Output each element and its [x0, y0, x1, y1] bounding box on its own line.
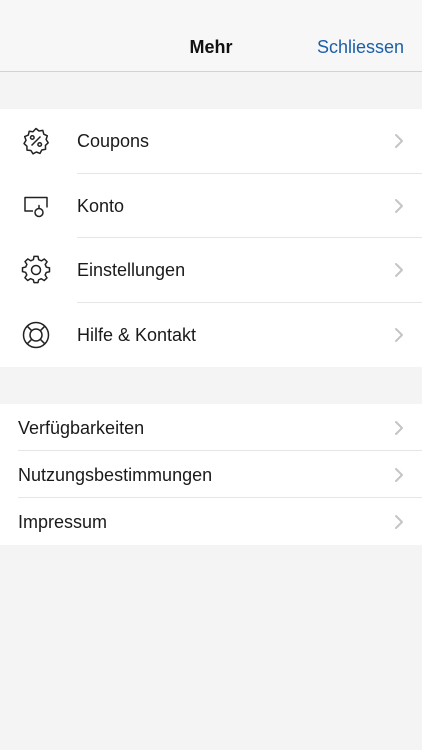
menu-item-label: Coupons: [77, 131, 150, 152]
chevron-right-icon: [394, 327, 404, 343]
menu-item-label: Hilfe & Kontakt: [77, 324, 197, 345]
navigation-bar: Mehr Schliessen: [0, 0, 422, 72]
chevron-right-icon: [394, 420, 404, 436]
menu-item-label: Einstellungen: [77, 260, 186, 281]
chevron-right-icon: [394, 467, 404, 483]
main-menu-group: Coupons Konto Einstellungen Hilfe & Kont…: [0, 109, 422, 367]
close-button[interactable]: Schliessen: [317, 36, 404, 58]
menu-item-label: Verfügbarkeiten: [18, 417, 145, 438]
menu-item-hilfe-kontakt[interactable]: Hilfe & Kontakt: [0, 303, 422, 368]
secondary-menu-group: Verfügbarkeiten Nutzungsbestimmungen Imp…: [0, 404, 422, 545]
lifebuoy-icon: [21, 320, 51, 350]
chevron-right-icon: [394, 133, 404, 149]
menu-item-coupons[interactable]: Coupons: [0, 109, 422, 174]
menu-item-nutzungsbestimmungen[interactable]: Nutzungsbestimmungen: [0, 451, 422, 498]
chevron-right-icon: [394, 198, 404, 214]
menu-item-konto[interactable]: Konto: [0, 174, 422, 238]
menu-item-label: Impressum: [18, 511, 108, 532]
chevron-right-icon: [394, 514, 404, 530]
account-icon: [21, 191, 51, 221]
menu-item-impressum[interactable]: Impressum: [0, 498, 422, 545]
menu-item-label: Konto: [77, 195, 125, 216]
menu-item-label: Nutzungsbestimmungen: [18, 464, 213, 485]
chevron-right-icon: [394, 262, 404, 278]
coupon-percent-icon: [21, 126, 51, 156]
menu-item-verfuegbarkeiten[interactable]: Verfügbarkeiten: [0, 404, 422, 451]
menu-item-einstellungen[interactable]: Einstellungen: [0, 238, 422, 303]
gear-icon: [21, 255, 51, 285]
